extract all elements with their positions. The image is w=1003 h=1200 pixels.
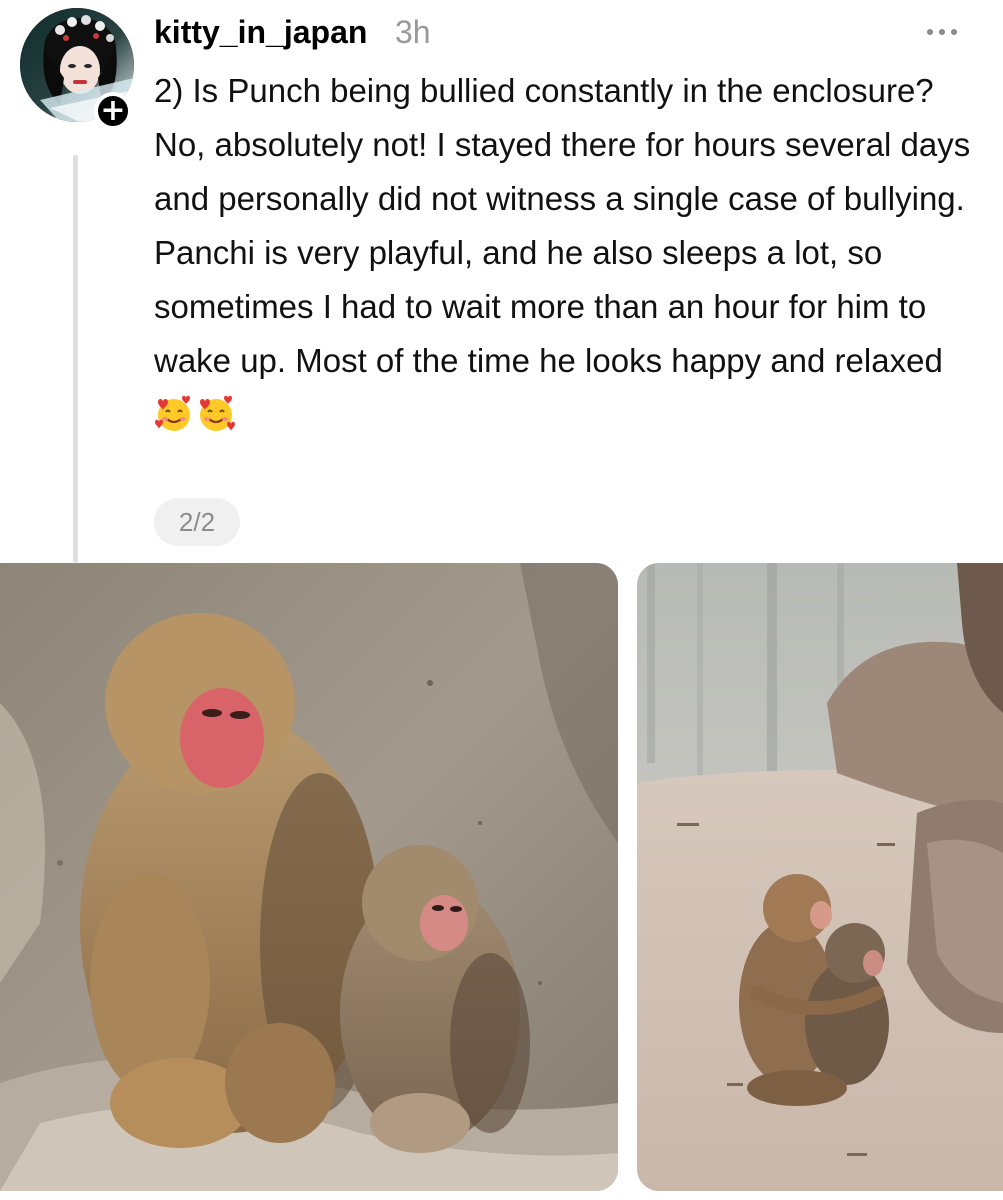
page-indicator-badge: 2/2 [154,498,240,546]
follow-plus-icon[interactable]: + [94,92,132,130]
more-options-button[interactable] [918,14,966,50]
post-paragraph-question: 2) Is Punch being bullied constantly in … [154,72,934,109]
post-paragraph-answer: No, absolutely not! I stayed there for h… [154,118,989,442]
username[interactable]: kitty_in_japan [154,12,367,52]
more-dot [939,29,945,35]
more-horizontal-icon [927,29,933,35]
thread-line [73,155,78,563]
avatar[interactable]: + [20,8,134,130]
post-body: 2) Is Punch being bullied constantly in … [154,64,989,442]
more-dot [951,29,957,35]
post-photo-1[interactable] [0,563,618,1191]
smiling-face-with-hearts-icon [155,395,190,431]
post-photo-2[interactable] [637,563,1003,1191]
smiling-face-with-hearts-icon [200,395,235,431]
post-answer-text: No, absolutely not! I stayed there for h… [154,126,971,379]
timestamp: 3h [395,14,431,50]
